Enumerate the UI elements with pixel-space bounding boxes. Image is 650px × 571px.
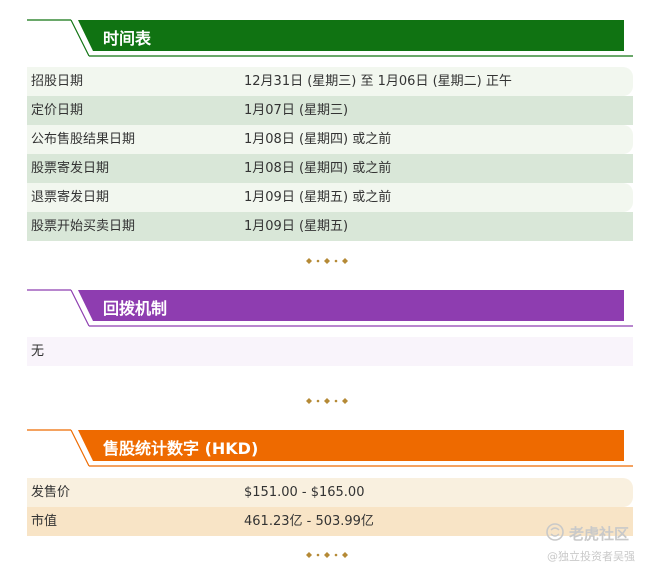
table-row: 无	[27, 337, 633, 366]
tiger-logo-icon	[546, 523, 564, 541]
watermark-author: @独立投资者吴强	[547, 550, 635, 563]
row-label: 市值	[31, 514, 58, 529]
row-label: 无	[31, 344, 45, 359]
clawback-title: 回拨机制	[103, 299, 168, 318]
table-row: 公布售股结果日期 1月08日 (星期四) 或之前	[27, 125, 633, 154]
table-row: 股票开始买卖日期 1月09日 (星期五)	[27, 212, 633, 241]
ipo-info-page: 时间表 招股日期 12月31日 (星期三) 至 1月06日 (星期二) 正午 定…	[0, 0, 650, 571]
row-label: 股票开始买卖日期	[31, 219, 136, 234]
table-row: 招股日期 12月31日 (星期三) 至 1月06日 (星期二) 正午	[27, 67, 633, 96]
divider-dots	[306, 398, 348, 404]
statistics-title: 售股统计数字 (HKD)	[103, 439, 259, 458]
timetable-header: 时间表	[27, 18, 633, 62]
clawback-table: 无	[27, 337, 633, 366]
row-value: 1月09日 (星期五)	[244, 219, 349, 234]
row-value: 1月09日 (星期五) 或之前	[244, 190, 392, 205]
row-value: 461.23亿 - 503.99亿	[244, 514, 374, 529]
row-label: 退票寄发日期	[31, 190, 110, 205]
clawback-header: 回拨机制	[27, 288, 633, 332]
table-row: 股票寄发日期 1月08日 (星期四) 或之前	[27, 154, 633, 183]
table-row: 退票寄发日期 1月09日 (星期五) 或之前	[27, 183, 633, 212]
watermark-name: 老虎社区	[569, 525, 630, 543]
row-value: 1月07日 (星期三)	[244, 103, 349, 118]
row-label: 定价日期	[31, 103, 84, 118]
divider-dots	[306, 258, 348, 264]
row-value: 1月08日 (星期四) 或之前	[244, 132, 392, 147]
row-value: 1月08日 (星期四) 或之前	[244, 161, 392, 176]
table-row: 市值 461.23亿 - 503.99亿	[27, 507, 633, 536]
row-value: $151.00 - $165.00	[244, 485, 365, 500]
row-label: 招股日期	[31, 74, 84, 89]
row-label: 股票寄发日期	[31, 161, 110, 176]
table-row: 发售价 $151.00 - $165.00	[27, 478, 633, 507]
timetable-title: 时间表	[103, 29, 152, 48]
statistics-table: 发售价 $151.00 - $165.00 市值 461.23亿 - 503.9…	[27, 478, 633, 536]
divider-dots	[306, 552, 348, 558]
row-value: 12月31日 (星期三) 至 1月06日 (星期二) 正午	[244, 74, 512, 89]
statistics-header: 售股统计数字 (HKD)	[27, 428, 633, 472]
table-row: 定价日期 1月07日 (星期三)	[27, 96, 633, 125]
watermark: 老虎社区 @独立投资者吴强	[545, 520, 645, 568]
row-label: 公布售股结果日期	[31, 132, 136, 147]
timetable-table: 招股日期 12月31日 (星期三) 至 1月06日 (星期二) 正午 定价日期 …	[27, 67, 633, 241]
row-label: 发售价	[31, 485, 71, 500]
